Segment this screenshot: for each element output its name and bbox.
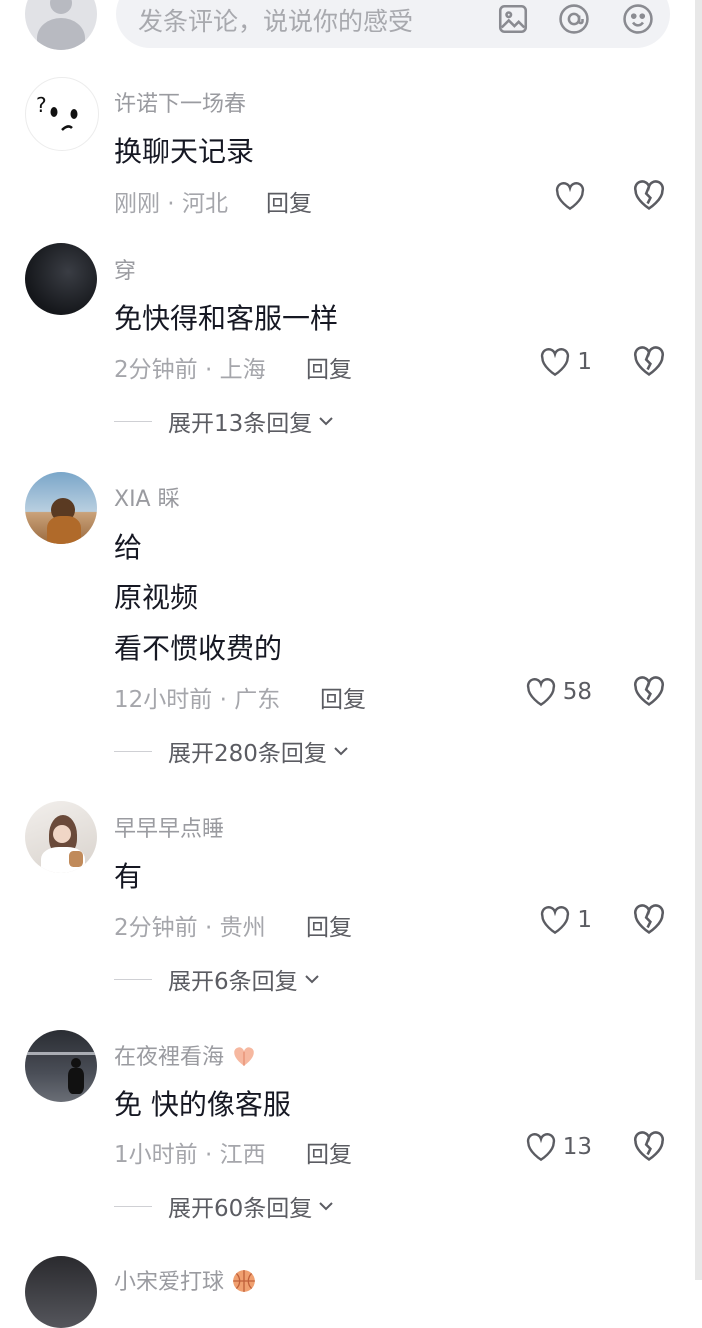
chevron-down-icon	[334, 747, 348, 756]
expand-replies-label: 展开13条回复	[168, 411, 313, 437]
expand-replies-button[interactable]: 展开6条回复	[114, 964, 322, 995]
comment-meta: 刚刚 · 河北	[114, 184, 228, 218]
like-button[interactable]: 1	[539, 345, 592, 379]
avatar[interactable]	[25, 1256, 97, 1328]
avatar[interactable]: ?	[25, 77, 99, 151]
like-count: 1	[577, 349, 592, 375]
meta-separator: ·	[197, 915, 220, 941]
comment-meta: 1小时前 · 江西	[114, 1135, 266, 1169]
comment-input-placeholder: 发条评论，说说你的感受	[138, 7, 414, 36]
divider	[114, 420, 152, 422]
like-button[interactable]: 13	[525, 1130, 592, 1164]
meta-separator: ·	[160, 191, 182, 217]
comment-text: 给	[114, 531, 143, 564]
comment-text: 免 快的像客服	[114, 1088, 291, 1121]
expand-replies-button[interactable]: 展开280条回复	[114, 736, 351, 767]
comment-username[interactable]: 许诺下一场春	[114, 86, 246, 118]
reply-button[interactable]: 回复	[306, 350, 352, 384]
avatar[interactable]	[25, 243, 97, 315]
emoji-icon[interactable]	[621, 2, 655, 36]
comment-username[interactable]: 在夜裡看海	[114, 1039, 257, 1071]
reply-button[interactable]: 回复	[320, 680, 366, 714]
broken-heart-icon[interactable]	[632, 1130, 666, 1162]
comment-location: 广东	[234, 687, 281, 713]
chevron-down-icon	[319, 417, 333, 426]
reply-button[interactable]: 回复	[306, 908, 352, 942]
heart-icon	[555, 182, 585, 211]
comment-location: 上海	[219, 357, 266, 383]
comment-username[interactable]: 早早早点睡	[114, 811, 224, 843]
like-count: 13	[562, 1134, 592, 1160]
comment-text: 原视频	[114, 581, 199, 614]
divider	[114, 750, 152, 752]
comment-time: 1小时前	[114, 1142, 198, 1168]
comment-meta: 2分钟前 · 上海	[114, 350, 266, 384]
chevron-down-icon	[304, 975, 319, 984]
chevron-down-icon	[319, 1202, 333, 1211]
meta-separator: ·	[197, 357, 220, 383]
heart-icon	[526, 1133, 555, 1162]
scrollbar[interactable]	[695, 0, 702, 1280]
meta-separator: ·	[212, 687, 235, 713]
comment-location: 江西	[219, 1142, 266, 1168]
comment-username[interactable]: XIA 睬	[114, 481, 180, 513]
expand-replies-label: 展开60条回复	[168, 1196, 313, 1222]
basketball-icon	[233, 1270, 255, 1292]
like-button[interactable]	[554, 179, 592, 213]
comment-text: 免快得和客服一样	[114, 302, 339, 335]
broken-heart-icon[interactable]	[632, 675, 666, 707]
heart-icon	[526, 678, 555, 707]
divider	[114, 978, 152, 980]
svg-text:?: ?	[36, 93, 47, 117]
comment-composer: 发条评论，说说你的感受	[0, 0, 702, 60]
meta-separator: ·	[197, 1142, 220, 1168]
comment-meta: 12小时前 · 广东	[114, 680, 280, 714]
expand-replies-label: 展开6条回复	[168, 969, 298, 995]
comment-text: 换聊天记录	[114, 135, 255, 168]
at-icon[interactable]	[557, 2, 591, 36]
avatar[interactable]	[25, 801, 97, 873]
like-count: 1	[577, 907, 592, 933]
heart-icon	[541, 348, 570, 377]
comment-location: 贵州	[219, 915, 266, 941]
comment-location: 河北	[181, 191, 228, 217]
comment-meta: 2分钟前 · 贵州	[114, 908, 266, 942]
like-button[interactable]: 58	[525, 675, 592, 709]
my-avatar[interactable]	[25, 0, 97, 50]
comment-text: 有	[114, 860, 143, 893]
reply-button[interactable]: 回复	[266, 184, 312, 218]
comment-time: 刚刚	[114, 191, 160, 217]
comment-time: 2分钟前	[114, 357, 198, 383]
comment-username[interactable]: 穿	[114, 253, 136, 285]
divider	[114, 1205, 152, 1207]
reply-button[interactable]: 回复	[306, 1135, 352, 1169]
avatar[interactable]	[25, 1030, 97, 1102]
broken-heart-icon[interactable]	[632, 179, 666, 211]
heart-icon	[541, 906, 570, 935]
like-count: 58	[562, 679, 592, 705]
comment-input[interactable]: 发条评论，说说你的感受	[116, 0, 670, 48]
comment-time: 2分钟前	[114, 915, 198, 941]
comment-time: 12小时前	[114, 687, 213, 713]
broken-heart-icon[interactable]	[632, 345, 666, 377]
expand-replies-button[interactable]: 展开13条回复	[114, 406, 336, 437]
avatar[interactable]	[25, 472, 97, 544]
expand-replies-button[interactable]: 展开60条回复	[114, 1191, 336, 1222]
peach-heart-icon	[234, 1047, 254, 1066]
image-icon[interactable]	[496, 2, 530, 36]
like-button[interactable]: 1	[539, 903, 592, 937]
comment-text: 看不惯收费的	[114, 632, 283, 665]
broken-heart-icon[interactable]	[632, 903, 666, 935]
comment-username[interactable]: 小宋爱打球	[114, 1264, 257, 1296]
expand-replies-label: 展开280条回复	[168, 741, 327, 767]
